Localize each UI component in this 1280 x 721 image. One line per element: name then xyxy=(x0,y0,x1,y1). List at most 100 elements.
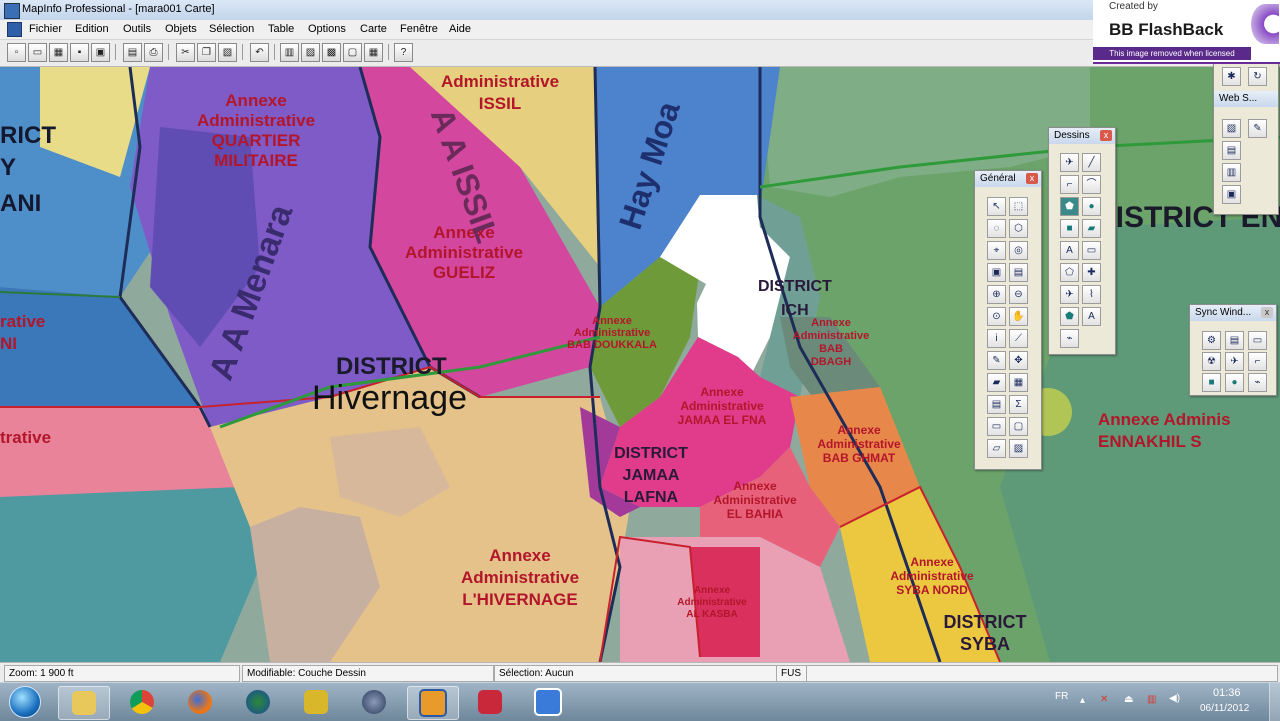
copy-icon[interactable]: ❐ xyxy=(197,43,216,62)
action-center-icon[interactable]: ✕ xyxy=(1100,694,1108,705)
clock-time[interactable]: 01:36 xyxy=(1213,687,1241,699)
sketch-icon[interactable]: ⌁ xyxy=(1060,329,1079,348)
grabber-icon[interactable]: ✋ xyxy=(1009,307,1028,326)
radius-select-icon[interactable]: ◌ xyxy=(987,219,1006,238)
new-layout-icon[interactable]: ▢ xyxy=(343,43,362,62)
menu-objets[interactable]: Objets xyxy=(165,23,197,35)
region-style-icon[interactable]: ⬟ xyxy=(1060,307,1079,326)
scale-bar-icon[interactable]: ▱ xyxy=(987,439,1006,458)
status-zoom[interactable]: Zoom: 1 900 ft xyxy=(4,665,240,682)
taskbar-red-app[interactable] xyxy=(465,686,515,718)
taskbar-firefox[interactable] xyxy=(175,686,225,718)
sync-rect-icon[interactable]: ■ xyxy=(1202,373,1221,392)
usb-icon[interactable]: ⏏ xyxy=(1124,694,1133,705)
rounded-rectangle-icon[interactable]: ▰ xyxy=(1082,219,1101,238)
show-hidden-icons[interactable]: ▴ xyxy=(1080,695,1085,706)
text-icon[interactable]: A xyxy=(1060,241,1079,260)
legend-icon[interactable]: ▤ xyxy=(987,395,1006,414)
polygon-select-icon[interactable]: ⬡ xyxy=(1009,219,1028,238)
status-selection[interactable]: Sélection: Aucun xyxy=(494,665,778,682)
boundary-select-icon[interactable]: ⌖ xyxy=(987,241,1006,260)
taskbar-explorer[interactable] xyxy=(58,686,110,720)
open-table-icon[interactable]: ▦ xyxy=(49,43,68,62)
web-map-icon[interactable]: ▧ xyxy=(1222,119,1241,138)
volume-icon[interactable]: ◀) xyxy=(1169,693,1180,704)
status-modifiable[interactable]: Modifiable: Couche Dessin xyxy=(242,665,494,682)
menu-aide[interactable]: Aide xyxy=(449,23,471,35)
label-icon[interactable]: ✎ xyxy=(987,351,1006,370)
menu-fenetre[interactable]: Fenêtre xyxy=(400,23,438,35)
open-icon[interactable]: ▭ xyxy=(28,43,47,62)
web-geocode-icon[interactable]: ✎ xyxy=(1248,119,1267,138)
add-node-icon[interactable]: ✚ xyxy=(1082,263,1101,282)
sync-ellipse-icon[interactable]: ● xyxy=(1225,373,1244,392)
rectangle-icon[interactable]: ■ xyxy=(1060,219,1079,238)
line-style-icon[interactable]: ⌇ xyxy=(1082,285,1101,304)
frame-icon[interactable]: ▭ xyxy=(1082,241,1101,260)
taskbar-globe-app[interactable] xyxy=(233,686,283,718)
save-copy-icon[interactable]: ▣ xyxy=(91,43,110,62)
drag-map-icon[interactable]: ✥ xyxy=(1009,351,1028,370)
new-icon[interactable]: ▫ xyxy=(7,43,26,62)
sync-windows-palette[interactable]: Sync Wind... x ⚙ ▤ ▭ ☢ ✈ ⌐ ■ ● ⌁ xyxy=(1189,304,1277,396)
sync-browser-icon[interactable]: ▤ xyxy=(1225,331,1244,350)
document-icon[interactable] xyxy=(7,22,22,37)
symbol-style-icon[interactable]: ✈ xyxy=(1060,285,1079,304)
invert-select-icon[interactable]: ▣ xyxy=(987,263,1006,282)
text-style-icon[interactable]: A xyxy=(1082,307,1101,326)
menu-edition[interactable]: Edition xyxy=(75,23,109,35)
clock-date[interactable]: 06/11/2012 xyxy=(1200,703,1249,714)
new-map-icon[interactable]: ▨ xyxy=(301,43,320,62)
select-icon[interactable]: ↖ xyxy=(987,197,1006,216)
info-icon[interactable]: i xyxy=(987,329,1006,348)
menu-table[interactable]: Table xyxy=(268,23,294,35)
sync-radiation-icon[interactable]: ☢ xyxy=(1202,352,1221,371)
new-browser-icon[interactable]: ▥ xyxy=(280,43,299,62)
hotlink-icon[interactable]: ⟋ xyxy=(1009,329,1028,348)
show-desktop-button[interactable] xyxy=(1269,683,1280,721)
marquee-select-icon[interactable]: ⬚ xyxy=(1009,197,1028,216)
statistics-icon[interactable]: Σ xyxy=(1009,395,1028,414)
taskbar-recorder[interactable] xyxy=(523,686,573,718)
sync-windows-title[interactable]: Sync Wind... x xyxy=(1190,305,1276,321)
sync-polyline-icon[interactable]: ⌐ xyxy=(1248,352,1267,371)
taskbar-earth-app[interactable] xyxy=(349,686,399,718)
general-palette[interactable]: Général x ↖ ⬚ ◌ ⬡ ⌖ ◎ ▣ ▤ ⊕ ⊖ ⊙ ✋ i ⟋ ✎ ✥… xyxy=(974,170,1042,470)
save-icon[interactable]: ▪ xyxy=(70,43,89,62)
start-button[interactable] xyxy=(3,685,47,719)
new-graph-icon[interactable]: ▩ xyxy=(322,43,341,62)
general-palette-title[interactable]: Général x xyxy=(975,171,1041,187)
web-services-title[interactable]: Web S... xyxy=(1214,91,1278,107)
web-route-icon[interactable]: ↻ xyxy=(1248,67,1267,86)
paste-icon[interactable]: ▧ xyxy=(218,43,237,62)
line-icon[interactable]: ╱ xyxy=(1082,153,1101,172)
menu-fichier[interactable]: Fichier xyxy=(29,23,62,35)
undo-icon[interactable]: ↶ xyxy=(250,43,269,62)
web-zoom-icon[interactable]: ▣ xyxy=(1222,185,1241,204)
ellipse-icon[interactable]: ● xyxy=(1082,197,1101,216)
help-icon[interactable]: ? xyxy=(394,43,413,62)
language-indicator[interactable]: FR xyxy=(1055,691,1068,702)
web-wfs-icon[interactable]: ▤ xyxy=(1222,141,1241,160)
print-icon[interactable]: ⎙ xyxy=(144,43,163,62)
redistrict-icon[interactable]: ▦ xyxy=(364,43,383,62)
reshape-icon[interactable]: ⬠ xyxy=(1060,263,1079,282)
cut-icon[interactable]: ✂ xyxy=(176,43,195,62)
taskbar-cube-app[interactable] xyxy=(291,686,341,718)
network-icon[interactable]: ▥ xyxy=(1147,694,1156,705)
dessins-palette-title[interactable]: Dessins x xyxy=(1049,128,1115,144)
web-services-palette[interactable]: ✱ ↻ Web S... ▧ ✎ ▤ ▥ ▣ xyxy=(1213,60,1279,215)
taskbar-mapinfo[interactable] xyxy=(407,686,459,720)
web-wms-icon[interactable]: ▥ xyxy=(1222,163,1241,182)
save-workspace-icon[interactable]: ▤ xyxy=(123,43,142,62)
close-icon[interactable]: x xyxy=(1100,130,1112,141)
taskbar-chrome[interactable] xyxy=(117,686,167,718)
web-run-icon[interactable]: ✱ xyxy=(1222,67,1241,86)
dessins-palette[interactable]: Dessins x ✈ ╱ ⌐ ⌒ ⬟ ● ■ ▰ A ▭ ⬠ ✚ ✈ ⌇ ⬟ A… xyxy=(1048,127,1116,355)
ruler-icon[interactable]: ▰ xyxy=(987,373,1006,392)
close-icon[interactable]: x xyxy=(1261,307,1273,318)
change-view-icon[interactable]: ⊙ xyxy=(987,307,1006,326)
layer-control-icon[interactable]: ▦ xyxy=(1009,373,1028,392)
unselect-icon[interactable]: ◎ xyxy=(1009,241,1028,260)
sync-reshape-icon[interactable]: ⌁ xyxy=(1248,373,1267,392)
